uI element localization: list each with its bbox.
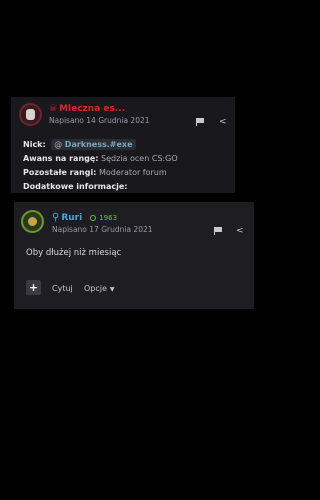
post-date: Napisano 17 Grudnia 2021 xyxy=(52,225,153,234)
post-card-2: ⚲ Ruri 1963 Napisano 17 Grudnia 2021 < O… xyxy=(14,202,254,309)
flag-icon[interactable] xyxy=(196,118,204,126)
field-extra-info: Dodatkowe informacje: xyxy=(23,182,128,191)
post-content: Oby dłużej niż miesiąc xyxy=(26,248,122,258)
options-label: Opcje xyxy=(84,284,107,293)
field-label: Awans na rangę: xyxy=(23,154,99,163)
plus-button[interactable]: + xyxy=(26,280,41,295)
author-row: ☠ Mleczna es... xyxy=(49,104,125,114)
field-value: Moderator forum xyxy=(98,168,167,177)
quote-button[interactable]: Cytuj xyxy=(52,284,73,293)
nick-value: Darkness.#exe xyxy=(64,140,133,149)
field-rank: Awans na rangę: Sędzia ocen CS:GO xyxy=(23,154,178,163)
field-value: Sędzia ocen CS:GO xyxy=(101,154,178,163)
author-name[interactable]: Mleczna es... xyxy=(59,104,125,114)
mention-prefix: @ xyxy=(54,140,63,149)
field-label: Nick: xyxy=(23,140,46,149)
field-label: Dodatkowe informacje: xyxy=(23,182,128,191)
avatar[interactable] xyxy=(19,103,42,126)
post-date: Napisano 14 Grudnia 2021 xyxy=(49,116,150,125)
author-row: ⚲ Ruri 1963 xyxy=(52,212,117,223)
reputation-icon xyxy=(90,214,97,221)
search-icon: ⚲ xyxy=(52,212,60,223)
nick-mention[interactable]: @ Darkness.#exe xyxy=(51,139,136,150)
options-button[interactable]: Opcje ▼ xyxy=(84,284,115,293)
avatar[interactable] xyxy=(21,210,44,233)
reputation-value: 1963 xyxy=(99,213,118,222)
author-name[interactable]: Ruri xyxy=(61,213,82,223)
skull-icon: ☠ xyxy=(49,104,58,114)
field-other-ranks: Pozostałe rangi: Moderator forum xyxy=(23,168,167,177)
chevron-down-icon: ▼ xyxy=(109,286,115,293)
reputation-badge: 1963 xyxy=(90,214,117,222)
flag-icon[interactable] xyxy=(214,227,222,235)
share-icon[interactable]: < xyxy=(236,227,244,236)
share-icon[interactable]: < xyxy=(219,118,227,127)
post-card-1: ☠ Mleczna es... Napisano 14 Grudnia 2021… xyxy=(11,97,235,193)
field-nick: Nick: @ Darkness.#exe xyxy=(23,139,136,150)
field-label: Pozostałe rangi: xyxy=(23,168,97,177)
